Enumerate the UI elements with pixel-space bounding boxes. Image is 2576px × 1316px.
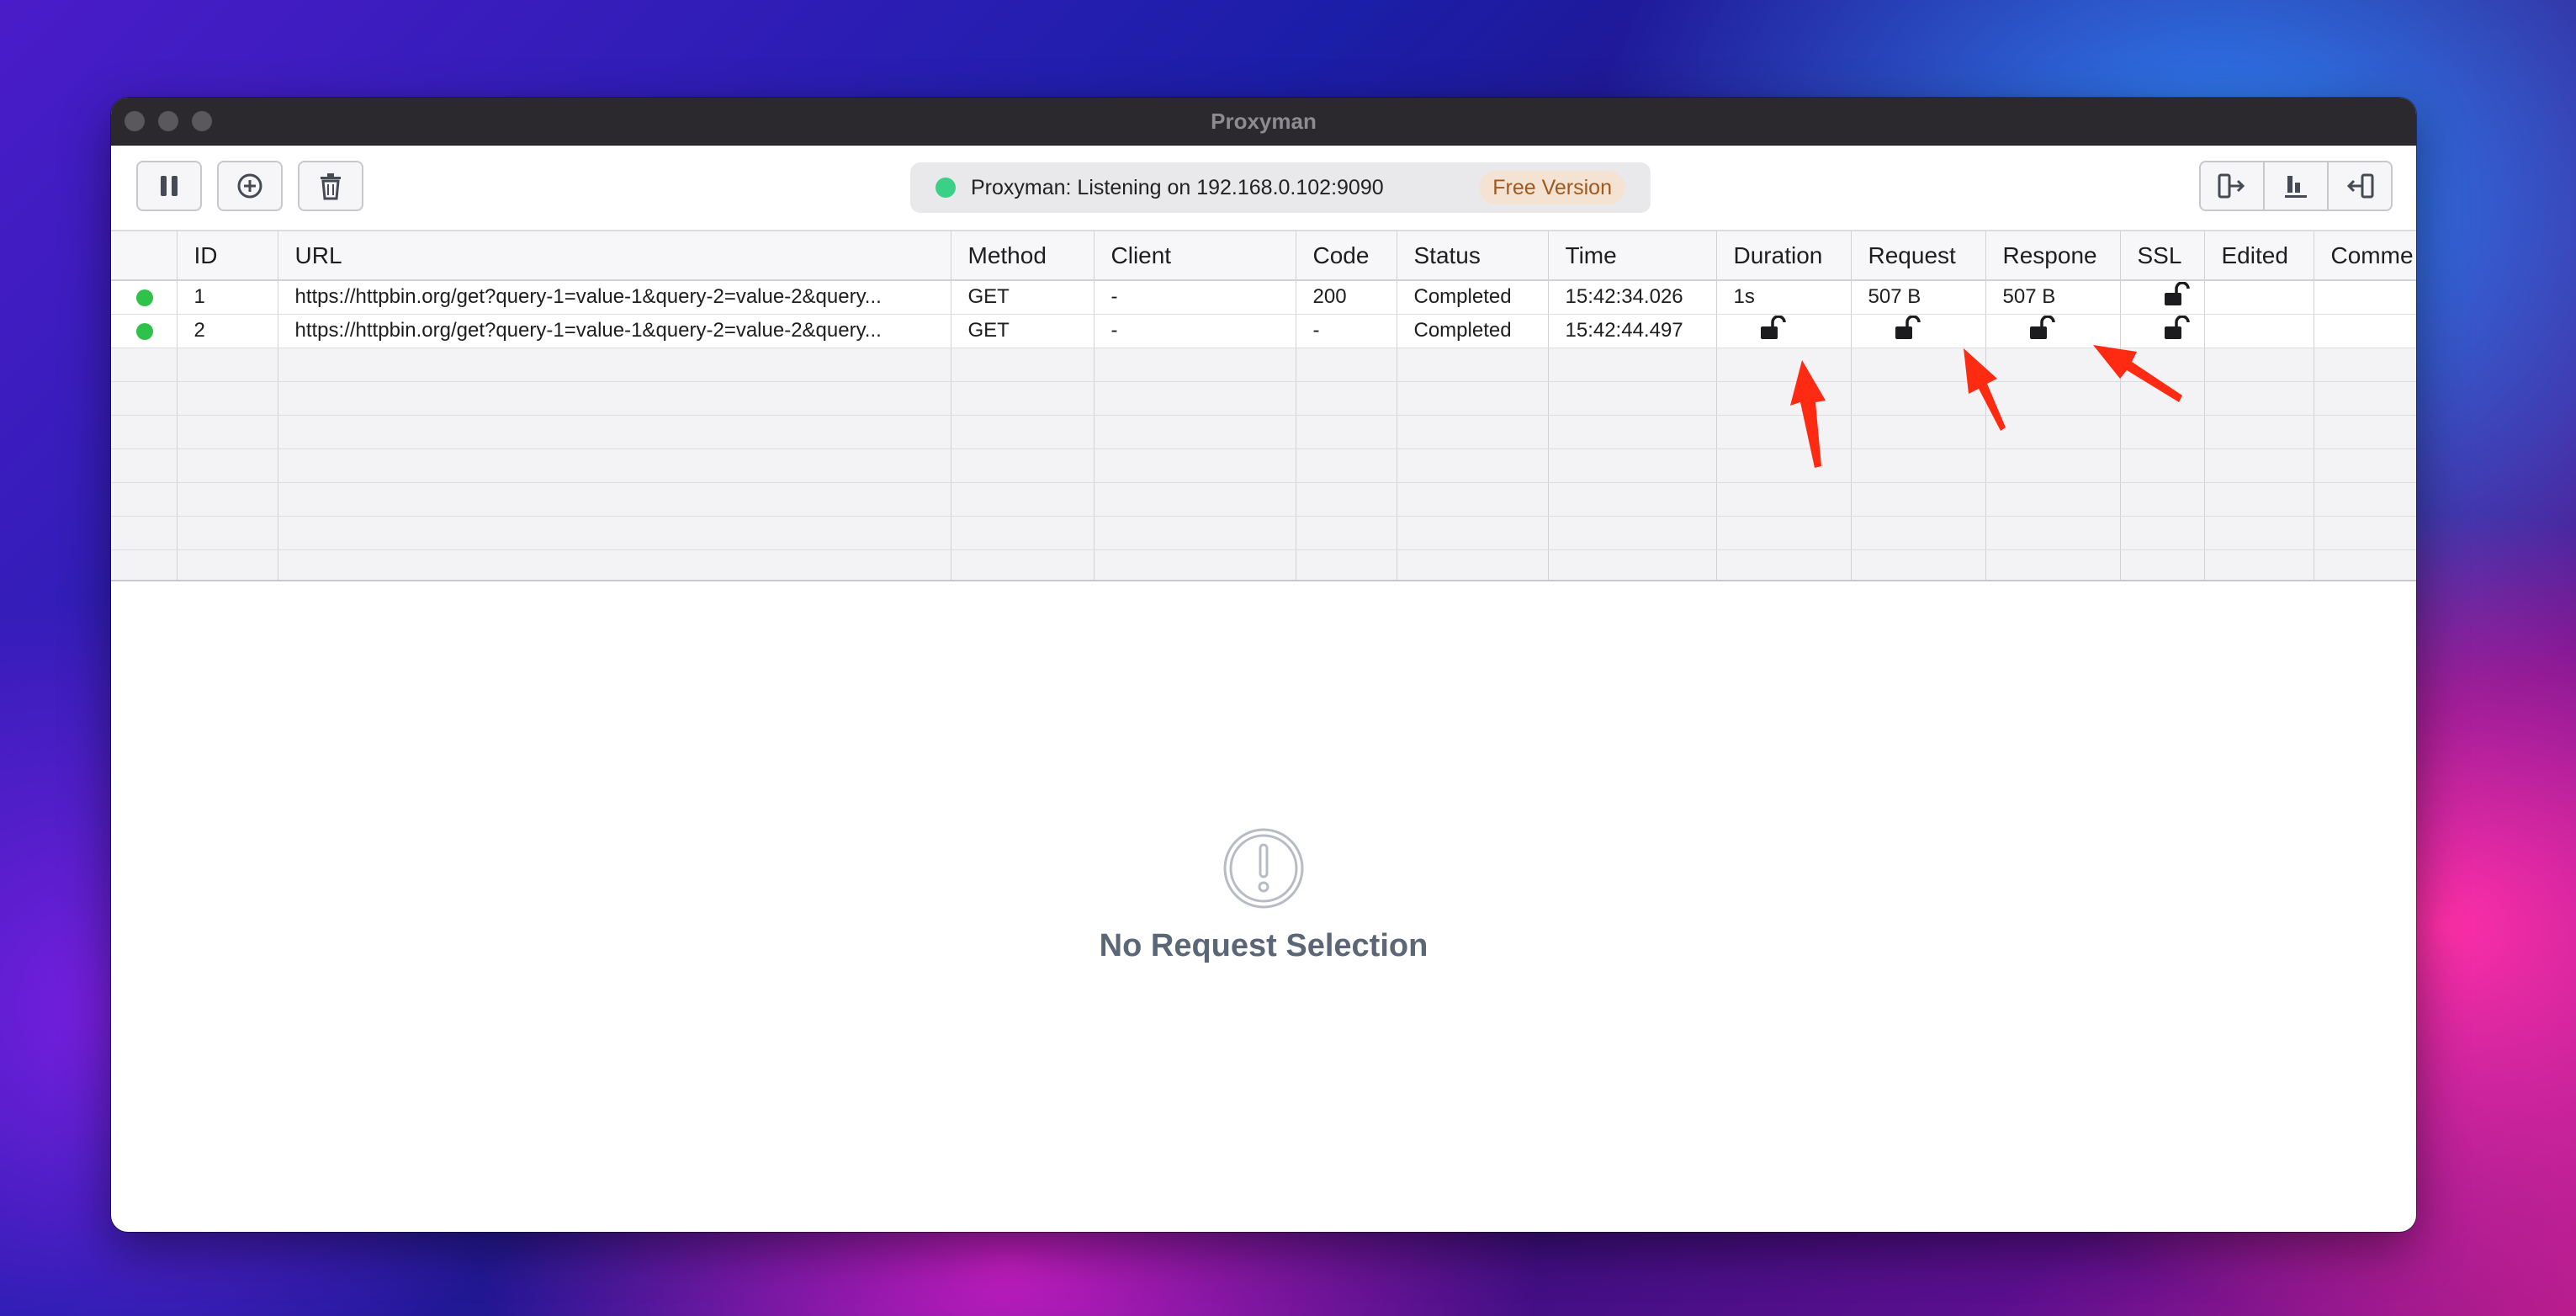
red-arrow-icon bbox=[2093, 345, 2182, 402]
annotation-arrows bbox=[1790, 345, 2182, 468]
red-arrow-icon bbox=[1790, 360, 1826, 468]
red-arrow-icon bbox=[1964, 348, 2006, 431]
